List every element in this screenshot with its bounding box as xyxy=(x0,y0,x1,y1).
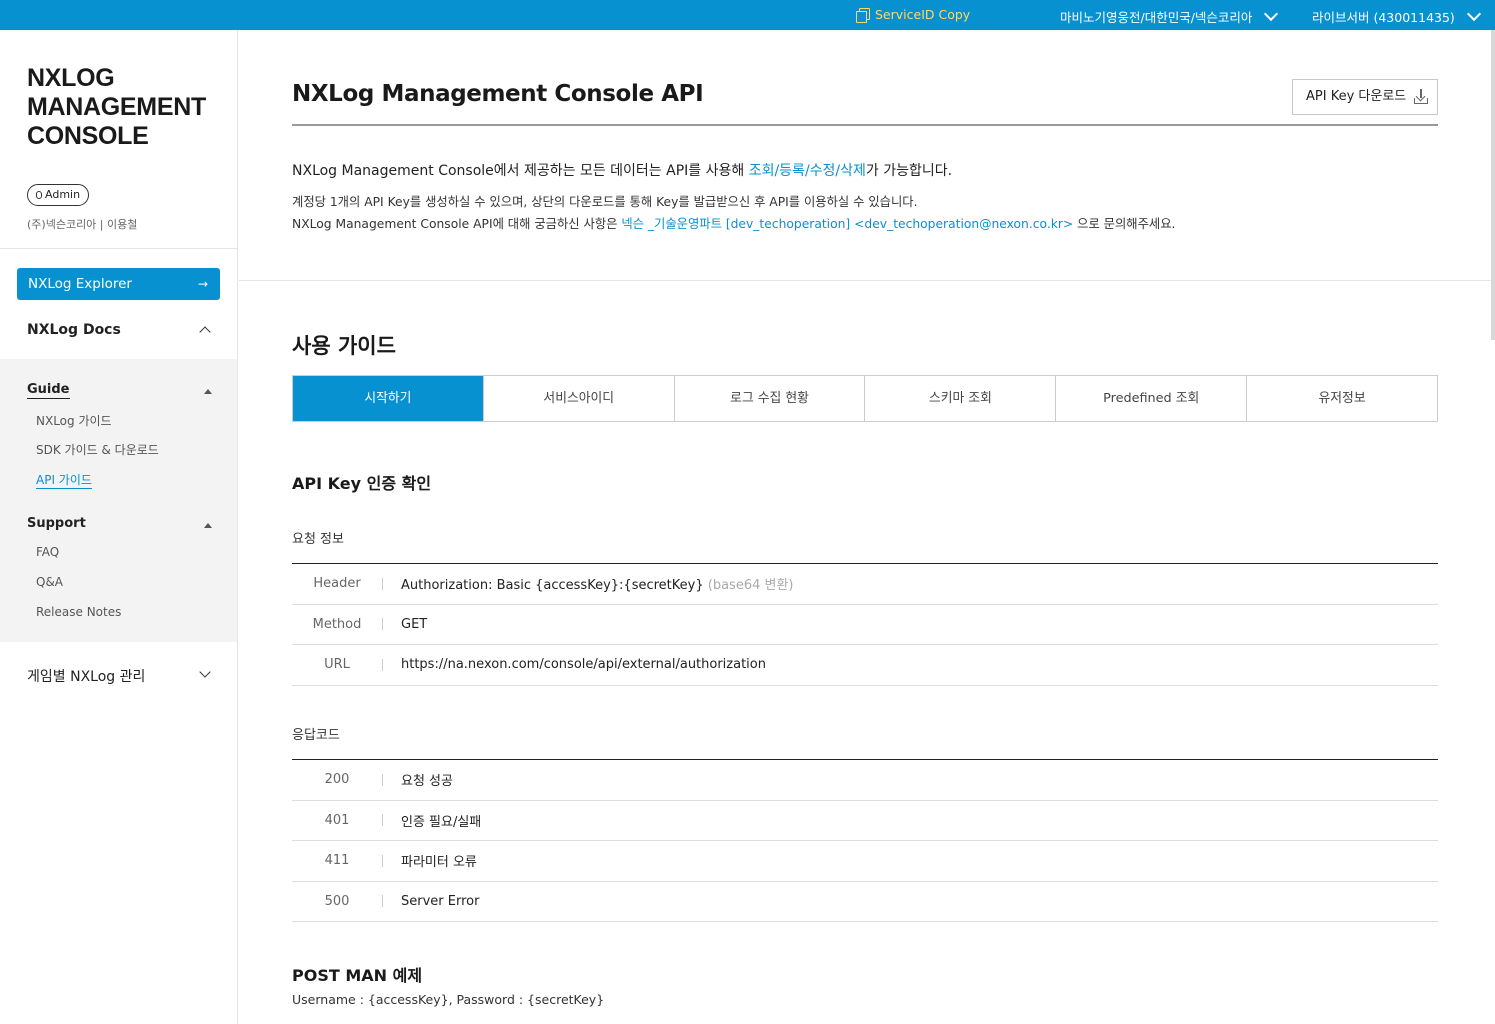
sidebar-item-qna[interactable]: Q&A xyxy=(36,575,63,589)
logo-line: CONSOLE xyxy=(27,122,149,150)
sidebar-item-release-notes[interactable]: Release Notes xyxy=(36,605,121,619)
chevron-down-icon xyxy=(1466,6,1481,22)
arrow-right-icon: → xyxy=(197,277,208,291)
api-key-download-button[interactable]: API Key 다운로드 xyxy=(1292,79,1438,115)
row-key: 401 xyxy=(324,812,350,828)
crud-link[interactable]: 조회/등록/수정/삭제 xyxy=(749,163,866,179)
sidebar-group-support[interactable]: Support xyxy=(27,516,86,531)
intro-line-3: NXLog Management Console API에 대해 궁금하신 사항… xyxy=(292,214,1175,232)
logo-line: NXLOG xyxy=(27,64,115,92)
row-key: URL xyxy=(324,657,350,673)
top-bar: ServiceID Copy 마비노기영웅전/대한민국/넥슨코리아 라이브서버 … xyxy=(0,0,1495,30)
table-row: 200 요청 성공 xyxy=(292,760,1438,801)
tab-service-id[interactable]: 서비스아이디 xyxy=(483,376,675,421)
nxlog-docs-label: NXLog Docs xyxy=(27,322,121,338)
sidebar: NXLOG MANAGEMENT CONSOLE Admin (주)넥슨코리아 … xyxy=(0,30,238,1024)
sidebar-item-sdk-guide[interactable]: SDK 가이드 & 다운로드 xyxy=(36,441,159,458)
collapse-guide-icon[interactable] xyxy=(204,389,212,394)
row-value: https://na.nexon.com/console/api/externa… xyxy=(401,657,766,673)
section-divider xyxy=(239,280,1495,281)
intro-line-1: NXLog Management Console에서 제공하는 모든 데이터는 … xyxy=(292,160,952,180)
nxlog-explorer-label: NXLog Explorer xyxy=(28,276,132,292)
row-key: 500 xyxy=(324,893,350,909)
title-divider xyxy=(292,124,1438,126)
row-value: Authorization: Basic {accessKey}:{secret… xyxy=(383,574,794,593)
request-info-table: Header Authorization: Basic {accessKey}:… xyxy=(292,563,1438,686)
table-row: 411 파라미터 오류 xyxy=(292,841,1438,882)
row-key: Header xyxy=(313,576,361,592)
table-row: 500 Server Error xyxy=(292,882,1438,922)
tab-user-info[interactable]: 유저정보 xyxy=(1247,376,1437,421)
table-row: Header Authorization: Basic {accessKey}:… xyxy=(292,564,1438,605)
row-key: Method xyxy=(312,616,362,632)
server-select[interactable]: 라이브서버 (430011435) xyxy=(1312,6,1481,26)
collapse-support-icon[interactable] xyxy=(204,523,212,528)
app-logo[interactable]: NXLOG MANAGEMENT CONSOLE xyxy=(27,64,206,151)
table-row: URL https://na.nexon.com/console/api/ext… xyxy=(292,645,1438,686)
usage-guide-title: 사용 가이드 xyxy=(292,334,396,358)
row-value: 인증 필요/실패 xyxy=(401,814,482,830)
postman-example-text: Username : {accessKey}, Password : {secr… xyxy=(292,992,605,1007)
response-code-title: 응답코드 xyxy=(292,728,340,743)
sidebar-group-guide[interactable]: Guide xyxy=(27,382,70,399)
intro-text: 가 가능합니다. xyxy=(865,163,953,179)
game-select-label: 마비노기영웅전/대한민국/넥슨코리아 xyxy=(1060,10,1253,25)
tab-schema-query[interactable]: 스키마 조회 xyxy=(865,376,1057,421)
intro-line-2: 계정당 1개의 API Key를 생성하실 수 있으며, 상단의 다운로드를 통… xyxy=(292,195,918,209)
copy-icon xyxy=(856,7,870,23)
nxlog-explorer-button[interactable]: NXLog Explorer → xyxy=(17,268,220,300)
page-scrollbar[interactable] xyxy=(1491,30,1495,340)
game-nxlog-management-label: 게임별 NXLog 관리 xyxy=(27,669,146,685)
download-icon xyxy=(1414,89,1428,104)
chevron-down-icon xyxy=(1264,6,1279,22)
response-code-table: 200 요청 성공 401 인증 필요/실패 411 파라미터 오류 500 S… xyxy=(292,759,1438,922)
sidebar-item-game-nxlog-management[interactable]: 게임별 NXLog 관리 xyxy=(27,666,213,686)
tab-log-collection-status[interactable]: 로그 수집 현황 xyxy=(674,376,866,421)
header-note: (base64 변환) xyxy=(707,578,794,594)
row-value: GET xyxy=(401,616,428,632)
sidebar-item-nxlog-guide[interactable]: NXLog 가이드 xyxy=(36,412,112,429)
guide-tabs: 시작하기 서비스아이디 로그 수집 현황 스키마 조회 Predefined 조… xyxy=(292,375,1438,422)
docs-panel: Guide NXLog 가이드 SDK 가이드 & 다운로드 API 가이드 S… xyxy=(0,359,237,642)
page-title: NXLog Management Console API xyxy=(292,81,704,107)
user-name: (주)넥슨코리아 | 이용철 xyxy=(27,218,138,231)
server-select-label: 라이브서버 (430011435) xyxy=(1312,10,1455,25)
chevron-up-icon xyxy=(199,326,211,338)
chevron-down-icon xyxy=(199,666,211,678)
service-id-copy-label: ServiceID Copy xyxy=(875,7,971,22)
header-value: Authorization: Basic {accessKey}:{secret… xyxy=(401,578,704,594)
game-select[interactable]: 마비노기영웅전/대한민국/넥슨코리아 xyxy=(1060,6,1279,26)
table-row: 401 인증 필요/실패 xyxy=(292,801,1438,841)
sidebar-divider xyxy=(0,248,237,249)
row-value: 파라미터 오류 xyxy=(401,855,477,871)
postman-example-title: POST MAN 예제 xyxy=(292,966,423,985)
section-title: API Key 인증 확인 xyxy=(292,474,432,493)
logo-line: MANAGEMENT xyxy=(27,93,206,121)
contact-email-link[interactable]: 넥슨 _기술운영파트 [dev_techoperation] <dev_tech… xyxy=(621,217,1073,231)
role-badge: Admin xyxy=(27,184,90,206)
tab-predefined-query[interactable]: Predefined 조회 xyxy=(1056,376,1248,421)
row-value: 요청 성공 xyxy=(401,774,453,790)
service-id-copy-button[interactable]: ServiceID Copy xyxy=(856,7,971,23)
role-icon xyxy=(36,191,42,199)
sidebar-item-faq[interactable]: FAQ xyxy=(36,545,59,559)
sidebar-item-api-guide[interactable]: API 가이드 xyxy=(36,471,92,489)
intro-text: NXLog Management Console API에 대해 궁금하신 사항… xyxy=(292,217,622,231)
row-key: 411 xyxy=(324,853,350,869)
main-content: NXLog Management Console API API Key 다운로… xyxy=(239,30,1495,1024)
role-label: Admin xyxy=(45,188,81,201)
intro-text: NXLog Management Console에서 제공하는 모든 데이터는 … xyxy=(292,163,749,179)
request-info-title: 요청 정보 xyxy=(292,532,344,547)
row-value: Server Error xyxy=(401,893,480,909)
sidebar-item-nxlog-docs[interactable]: NXLog Docs xyxy=(27,322,213,338)
row-key: 200 xyxy=(324,772,350,788)
table-row: Method GET xyxy=(292,605,1438,645)
intro-text: 으로 문의해주세요. xyxy=(1073,217,1176,231)
api-key-download-label: API Key 다운로드 xyxy=(1306,89,1407,104)
tab-getting-started[interactable]: 시작하기 xyxy=(293,376,484,421)
